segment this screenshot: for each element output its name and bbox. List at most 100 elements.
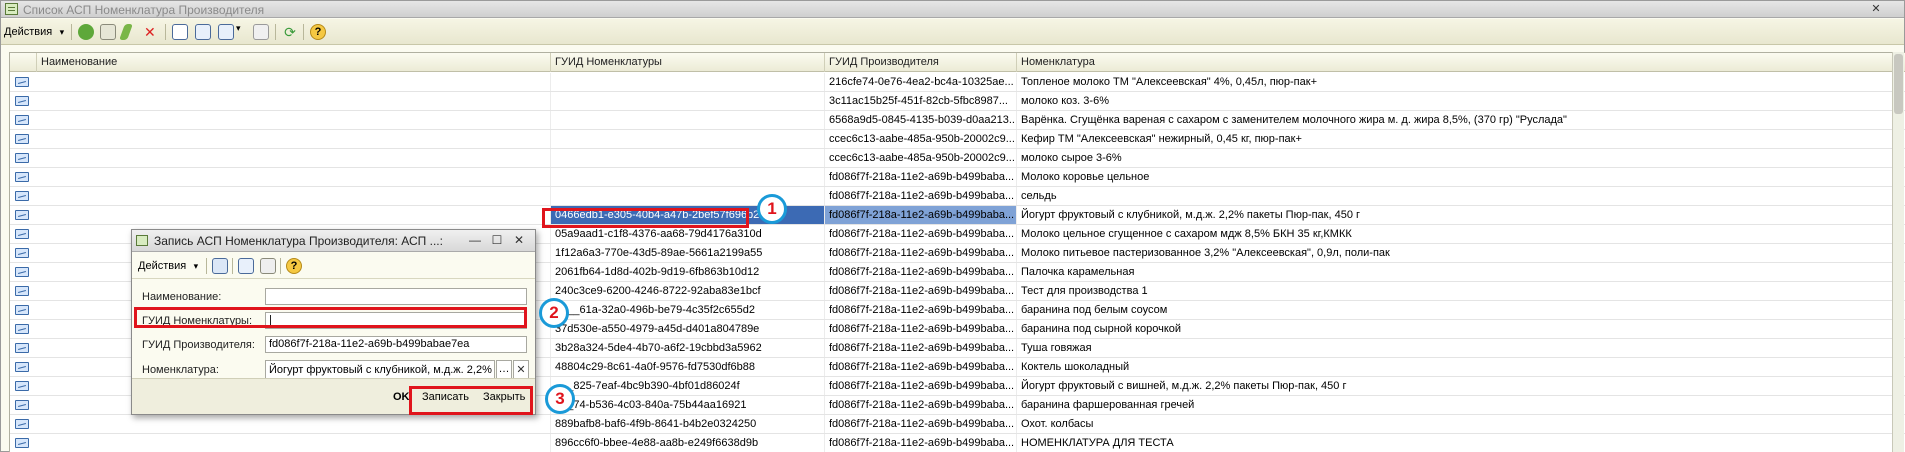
cell-guid-nomenclature[interactable] xyxy=(551,92,825,110)
delete-icon[interactable]: ✕ xyxy=(144,24,160,40)
cell-nomenclature[interactable]: Молоко питьевое пастеризованное 3,2% "Ал… xyxy=(1017,244,1905,262)
filter-history-icon[interactable] xyxy=(218,24,234,40)
actions-menu-button[interactable]: Действия xyxy=(4,23,64,41)
cell-guid-producer[interactable]: fd086f7f-218a-11e2-a69b-b499baba... xyxy=(825,320,1017,338)
reread-icon[interactable] xyxy=(260,258,276,274)
header-guid-nomenclature[interactable]: ГУИД Номенклатуры xyxy=(551,53,825,72)
scrollbar-thumb[interactable] xyxy=(1894,54,1903,114)
cell-guid-producer[interactable]: fd086f7f-218a-11e2-a69b-b499baba... xyxy=(825,282,1017,300)
cell-guid-producer[interactable]: fd086f7f-218a-11e2-a69b-b499baba... xyxy=(825,301,1017,319)
cell-nomenclature[interactable]: НОМЕНКЛАТУРА ДЛЯ ТЕСТА xyxy=(1017,434,1905,452)
add-icon[interactable] xyxy=(78,24,94,40)
cell-guid-producer[interactable]: fd086f7f-218a-11e2-a69b-b499baba... xyxy=(825,396,1017,414)
table-row[interactable]: fd086f7f-218a-11e2-a69b-b499baba... сельд… xyxy=(10,187,1905,206)
cell-guid-nomenclature[interactable]: 240c3ce9-6200-4246-8722-92aba83e1bcf xyxy=(551,282,825,300)
cell-guid-producer[interactable]: fd086f7f-218a-11e2-a69b-b499baba... xyxy=(825,339,1017,357)
filter-off-icon[interactable] xyxy=(253,24,269,40)
header-nomenclature[interactable]: Номенклатура xyxy=(1017,53,1905,72)
cell-name[interactable] xyxy=(37,206,551,224)
save-icon[interactable] xyxy=(238,258,254,274)
table-row[interactable]: 889bafb8-baf6-4f9b-8641-b4b2e0324250 fd08… xyxy=(10,415,1905,434)
table-row[interactable]: ccec6c13-aabe-485a-950b-20002c9... Кефир … xyxy=(10,130,1905,149)
cell-guid-producer[interactable]: 3c11ac15b25f-451f-82cb-5fbc8987... xyxy=(825,92,1017,110)
cell-guid-producer[interactable]: fd086f7f-218a-11e2-a69b-b499baba... xyxy=(825,434,1017,452)
cell-name[interactable] xyxy=(37,111,551,129)
cell-nomenclature[interactable]: баранина фаршерованная гречей xyxy=(1017,396,1905,414)
table-row[interactable]: 3c11ac15b25f-451f-82cb-5fbc8987... молоко… xyxy=(10,92,1905,111)
nomenclature-input[interactable]: Йогурт фруктовый с клубникой, м.д.ж. 2,2… xyxy=(265,360,495,380)
select-button[interactable]: … xyxy=(496,360,512,380)
cell-guid-nomenclature[interactable] xyxy=(551,149,825,167)
cell-nomenclature[interactable]: Кефир ТМ "Алексеевская" нежирный, 0,45 к… xyxy=(1017,130,1905,148)
save-close-icon[interactable] xyxy=(212,258,228,274)
cell-guid-producer[interactable]: fd086f7f-218a-11e2-a69b-b499baba... xyxy=(825,358,1017,376)
refresh-icon[interactable]: ⟳ xyxy=(282,24,298,40)
cell-guid-producer[interactable]: fd086f7f-218a-11e2-a69b-b499baba... xyxy=(825,187,1017,205)
cell-name[interactable] xyxy=(37,92,551,110)
cell-nomenclature[interactable]: баранина под белым соусом xyxy=(1017,301,1905,319)
cell-nomenclature[interactable]: молоко сырое 3-6% xyxy=(1017,149,1905,167)
cell-nomenclature[interactable]: Йогурт фруктовый с клубникой, м.д.ж. 2,2… xyxy=(1017,206,1905,224)
filter-icon[interactable] xyxy=(195,24,211,40)
cell-nomenclature[interactable]: Йогурт фруктовый с вишней, м.д.ж. 2,2% п… xyxy=(1017,377,1905,395)
filter-set-icon[interactable] xyxy=(172,24,188,40)
name-input[interactable] xyxy=(265,288,527,305)
cell-guid-nomenclature[interactable] xyxy=(551,168,825,186)
cell-name[interactable] xyxy=(37,187,551,205)
minimize-icon[interactable]: — xyxy=(467,233,483,247)
dialog-close-icon[interactable]: ✕ xyxy=(511,233,527,247)
header-name[interactable]: Наименование xyxy=(37,53,551,72)
cell-name[interactable] xyxy=(37,168,551,186)
cell-guid-nomenclature[interactable] xyxy=(551,73,825,91)
cell-guid-producer[interactable]: fd086f7f-218a-11e2-a69b-b499baba... xyxy=(825,168,1017,186)
copy-icon[interactable] xyxy=(100,24,116,40)
chevron-down-icon[interactable]: ▾ xyxy=(236,23,241,41)
cell-guid-producer[interactable]: fd086f7f-218a-11e2-a69b-b499baba... xyxy=(825,244,1017,262)
cell-nomenclature[interactable]: Топленое молоко ТМ "Алексеевская" 4%, 0,… xyxy=(1017,73,1905,91)
cell-guid-nomenclature[interactable]: 37d530e-a550-4979-a45d-d401a804789e xyxy=(551,320,825,338)
cell-guid-nomenclature[interactable] xyxy=(551,130,825,148)
cell-nomenclature[interactable]: Палочка карамельная xyxy=(1017,263,1905,281)
cell-guid-nomenclature[interactable]: 1f12a6a3-770e-43d5-89ae-5661a2199a55 xyxy=(551,244,825,262)
cell-nomenclature[interactable]: баранина под сырной корочкой xyxy=(1017,320,1905,338)
cell-guid-nomenclature[interactable]: ___74-b536-4c03-840a-75b44aa16921 xyxy=(551,396,825,414)
cell-guid-nomenclature[interactable] xyxy=(551,111,825,129)
cell-nomenclature[interactable]: Тест для производства 1 xyxy=(1017,282,1905,300)
table-row[interactable]: 6568a9d5-0845-4135-b039-d0aa213... Варёнк… xyxy=(10,111,1905,130)
cell-guid-nomenclature[interactable]: 896cc6f0-bbee-4e88-aa8b-e249f6638d9b xyxy=(551,434,825,452)
cell-guid-producer[interactable]: 216cfe74-0e76-4ea2-bc4a-10325ae... xyxy=(825,73,1017,91)
cell-nomenclature[interactable]: Охот. колбасы xyxy=(1017,415,1905,433)
cell-nomenclature[interactable]: Молоко цельное сгущенное с сахаром мдж 8… xyxy=(1017,225,1905,243)
cell-nomenclature[interactable]: Варёнка. Сгущёнка вареная с сахаром с за… xyxy=(1017,111,1905,129)
cell-nomenclature[interactable]: Молоко коровье цельное xyxy=(1017,168,1905,186)
cell-name[interactable] xyxy=(37,73,551,91)
cell-nomenclature[interactable]: Туша говяжая xyxy=(1017,339,1905,357)
cell-guid-producer[interactable]: ccec6c13-aabe-485a-950b-20002c9... xyxy=(825,149,1017,167)
table-row[interactable]: 216cfe74-0e76-4ea2-bc4a-10325ae... Топлен… xyxy=(10,73,1905,92)
cell-nomenclature[interactable]: сельдь xyxy=(1017,187,1905,205)
clear-icon[interactable]: ✕ xyxy=(513,360,529,380)
edit-icon[interactable] xyxy=(119,24,133,40)
cell-guid-nomenclature[interactable]: 2061fb64-1d8d-402b-9d19-6fb863b10d12 xyxy=(551,263,825,281)
table-row[interactable]: ccec6c13-aabe-485a-950b-20002c9... молоко… xyxy=(10,149,1905,168)
cell-guid-producer[interactable]: fd086f7f-218a-11e2-a69b-b499baba... xyxy=(825,377,1017,395)
cell-guid-nomenclature[interactable]: 48804c29-8c61-4a0f-9576-fd7530df6b88 xyxy=(551,358,825,376)
cell-guid-producer[interactable]: fd086f7f-218a-11e2-a69b-b499baba... xyxy=(825,206,1017,224)
table-row[interactable]: 896cc6f0-bbee-4e88-aa8b-e249f6638d9b fd08… xyxy=(10,434,1905,452)
guid-producer-input[interactable]: fd086f7f-218a-11e2-a69b-b499babae7ea xyxy=(265,336,527,353)
cell-name[interactable] xyxy=(37,149,551,167)
header-guid-producer[interactable]: ГУИД Производителя xyxy=(825,53,1017,72)
cell-guid-producer[interactable]: ccec6c13-aabe-485a-950b-20002c9... xyxy=(825,130,1017,148)
cell-guid-nomenclature[interactable]: 889bafb8-baf6-4f9b-8641-b4b2e0324250 xyxy=(551,415,825,433)
cell-name[interactable] xyxy=(37,130,551,148)
cell-guid-nomenclature[interactable]: 3b28a324-5de4-4b70-a6f2-19cbbd3a5962 xyxy=(551,339,825,357)
maximize-icon[interactable]: ☐ xyxy=(489,233,505,247)
cell-guid-nomenclature[interactable]: 3___61a-32a0-496b-be79-4c35f2c655d2 xyxy=(551,301,825,319)
cell-name[interactable] xyxy=(37,415,551,433)
cell-guid-producer[interactable]: fd086f7f-218a-11e2-a69b-b499baba... xyxy=(825,225,1017,243)
dialog-help-icon[interactable]: ? xyxy=(286,258,302,274)
cell-guid-producer[interactable]: fd086f7f-218a-11e2-a69b-b499baba... xyxy=(825,415,1017,433)
vertical-scrollbar[interactable] xyxy=(1892,52,1904,452)
close-icon[interactable]: ✕ xyxy=(1868,2,1884,16)
cell-guid-producer[interactable]: 6568a9d5-0845-4135-b039-d0aa213... xyxy=(825,111,1017,129)
